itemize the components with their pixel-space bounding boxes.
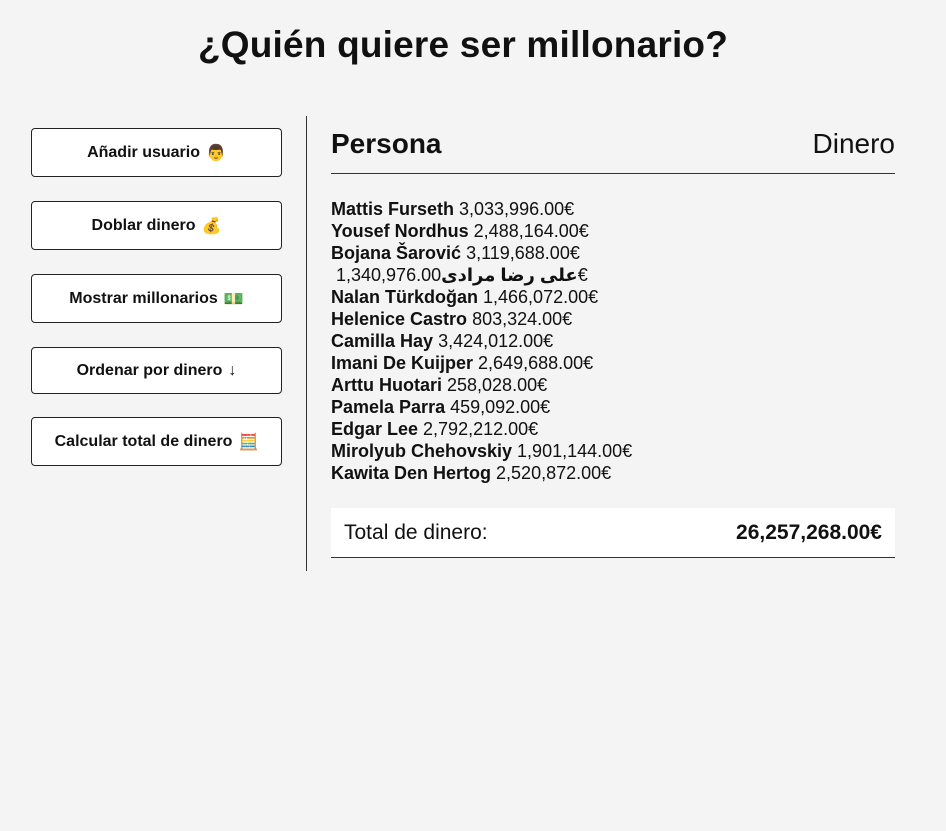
list-item: Imani De Kuijper 2,649,688.00€ — [331, 352, 895, 374]
person-icon: 👨 — [205, 144, 226, 162]
person-name: Bojana Šarović — [331, 243, 462, 263]
header-person: Persona — [331, 128, 442, 159]
main-panel: Persona Dinero Mattis Furseth 3,033,996.0… — [331, 124, 895, 558]
list-item: Mirolyub Chehovskiy 1,901,144.00€ — [331, 440, 895, 462]
abacus-icon: 🧮 — [238, 433, 259, 451]
list-item: Helenice Castro 803,324.00€ — [331, 308, 895, 330]
money-bag-icon: 💰 — [201, 217, 222, 235]
person-name: Mattis Furseth — [331, 199, 455, 219]
person-amount: 803,324.00€ — [472, 309, 573, 329]
sort-by-money-button[interactable]: Ordenar por dinero ↓ — [31, 347, 282, 394]
person-amount: 1,901,144.00€ — [517, 441, 633, 461]
total-label: Total de dinero: — [344, 521, 488, 544]
double-money-button-label: Doblar dinero — [91, 216, 196, 234]
person-amount: 3,033,996.00€ — [459, 199, 575, 219]
person-name: Yousef Nordhus — [331, 221, 469, 241]
person-amount: 3,424,012.00€ — [438, 331, 554, 351]
person-name: Kawita Den Hertog — [331, 463, 492, 483]
list-item: Camilla Hay 3,424,012.00€ — [331, 330, 895, 352]
person-amount: 459,092.00€ — [450, 397, 551, 417]
person-amount: 258,028.00€ — [447, 375, 548, 395]
show-millionaires-button-label: Mostrar millonarios — [69, 289, 218, 307]
list-item: Mattis Furseth 3,033,996.00€ — [331, 198, 895, 220]
person-amount: 2,649,688.00€ — [478, 353, 594, 373]
person-name: Nalan Türkdoğan — [331, 287, 479, 307]
list-item: Nalan Türkdoğan 1,466,072.00€ — [331, 286, 895, 308]
list-item: علی رضا مرادی1,340,976.00€ — [331, 264, 895, 286]
person-amount: 1,466,072.00€ — [483, 287, 599, 307]
person-list: Mattis Furseth 3,033,996.00€ Yousef Nordhu… — [331, 198, 895, 484]
list-item: Bojana Šarović 3,119,688.00€ — [331, 242, 895, 264]
sort-by-money-button-label: Ordenar por dinero — [76, 361, 223, 379]
banknote-icon: 💵 — [223, 290, 244, 308]
list-item: Arttu Huotari 258,028.00€ — [331, 374, 895, 396]
header-money: Dinero — [812, 128, 895, 159]
list-item: Yousef Nordhus 2,488,164.00€ — [331, 220, 895, 242]
person-name: Pamela Parra — [331, 397, 446, 417]
person-name: Imani De Kuijper — [331, 353, 474, 373]
vertical-divider — [306, 116, 307, 571]
list-item: Edgar Lee 2,792,212.00€ — [331, 418, 895, 440]
total-row: Total de dinero: 26,257,268.00€ — [331, 508, 895, 558]
person-name: Arttu Huotari — [331, 375, 442, 395]
person-name: Mirolyub Chehovskiy — [331, 441, 513, 461]
add-user-button-label: Añadir usuario — [87, 143, 200, 161]
arrow-down-icon: ↓ — [228, 361, 237, 379]
total-value: 26,257,268.00€ — [736, 521, 882, 544]
calculate-total-button[interactable]: Calcular total de dinero 🧮 — [31, 417, 282, 466]
person-amount: 2,488,164.00€ — [473, 221, 589, 241]
person-name: علی رضا مرادی — [441, 265, 578, 285]
person-amount: 2,792,212.00€ — [423, 419, 539, 439]
person-amount: 2,520,872.00€ — [496, 463, 612, 483]
person-name: Helenice Castro — [331, 309, 468, 329]
show-millionaires-button[interactable]: Mostrar millonarios 💵 — [31, 274, 282, 323]
list-item: Pamela Parra 459,092.00€ — [331, 396, 895, 418]
person-name: Camilla Hay — [331, 331, 434, 351]
table-header: Persona Dinero — [331, 124, 895, 174]
list-item: Kawita Den Hertog 2,520,872.00€ — [331, 462, 895, 484]
person-amount: 3,119,688.00€ — [466, 243, 580, 263]
add-user-button[interactable]: Añadir usuario 👨 — [31, 128, 282, 177]
calculate-total-button-label: Calcular total de dinero — [54, 432, 233, 450]
person-name: Edgar Lee — [331, 419, 419, 439]
page-title: ¿Quién quiere ser millonario? — [197, 24, 729, 65]
double-money-button[interactable]: Doblar dinero 💰 — [31, 201, 282, 250]
